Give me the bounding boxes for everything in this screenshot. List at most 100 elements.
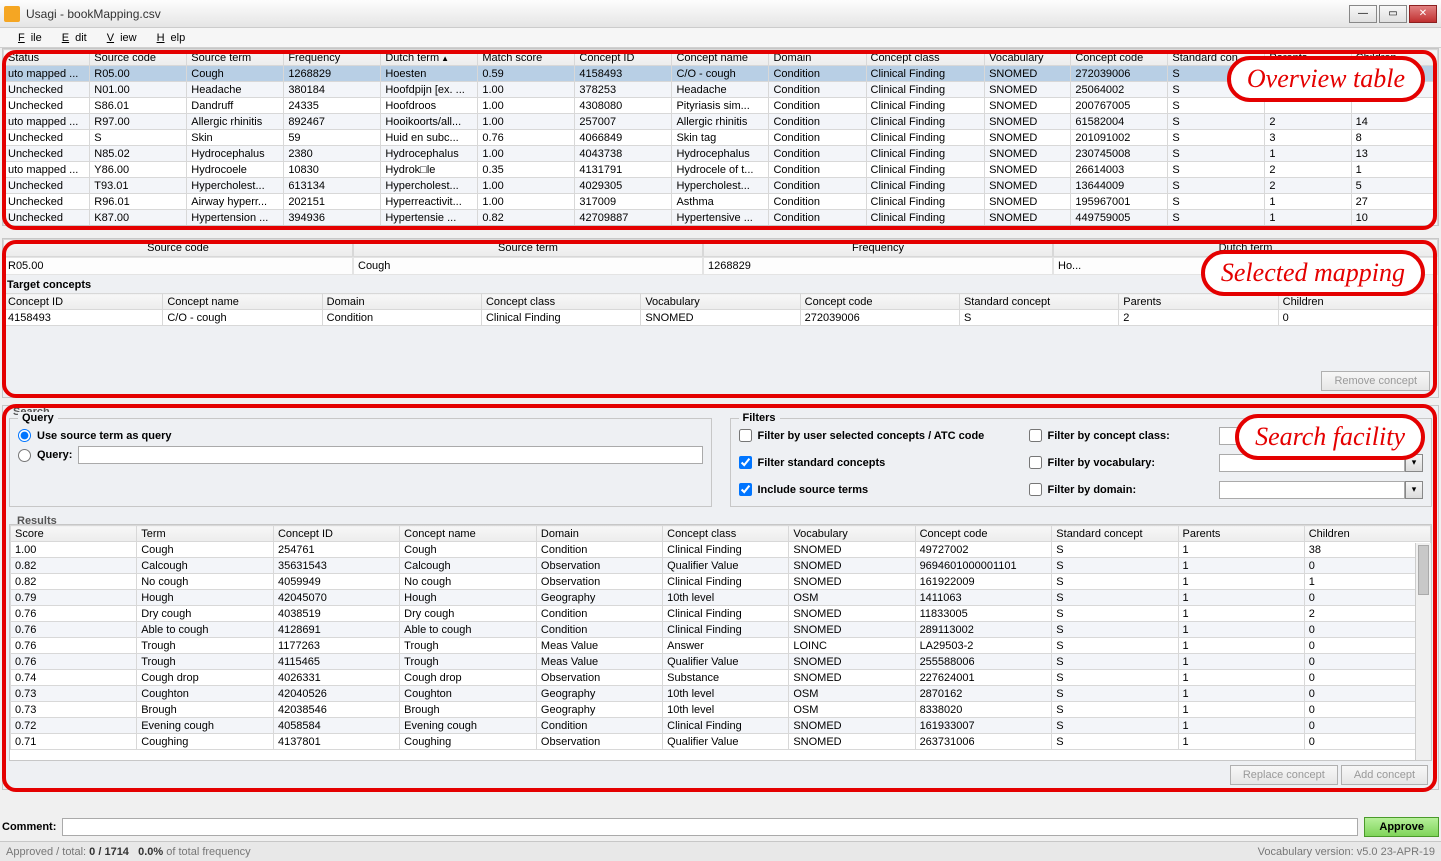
table-row[interactable]: 0.73Brough42038546BroughGeography10th le… <box>11 702 1431 718</box>
column-header[interactable]: Standard concept <box>959 294 1118 310</box>
table-row[interactable]: 0.72Evening cough4058584Evening coughCon… <box>11 718 1431 734</box>
title-bar: Usagi - bookMapping.csv — ▭ ✕ <box>0 0 1441 28</box>
column-header[interactable]: Concept class <box>663 526 789 542</box>
column-header[interactable]: Dutch term▲ <box>381 50 478 66</box>
table-row[interactable]: uto mapped ...R05.00Cough1268829Hoesten0… <box>4 66 1438 82</box>
column-header[interactable]: Concept class <box>866 50 985 66</box>
query-label: Query: <box>37 449 72 461</box>
table-row[interactable]: 0.74Cough drop4026331Cough dropObservati… <box>11 670 1431 686</box>
column-header[interactable]: Frequency <box>284 50 381 66</box>
table-row[interactable]: 0.73Coughton42040526CoughtonGeography10t… <box>11 686 1431 702</box>
status-bar: Approved / total: 0 / 1714 0.0% of total… <box>0 841 1441 861</box>
minimize-button[interactable]: — <box>1349 5 1377 23</box>
filter-class-label: Filter by concept class: <box>1048 430 1170 442</box>
filter-vocab-label: Filter by vocabulary: <box>1048 457 1156 469</box>
query-fieldset: Query Use source term as query Query: <box>9 418 712 507</box>
scrollbar-thumb[interactable] <box>1418 545 1429 595</box>
use-source-radio[interactable] <box>18 429 31 442</box>
query-input[interactable] <box>78 446 702 464</box>
column-header[interactable]: Source term <box>187 50 284 66</box>
results-table[interactable]: ScoreTermConcept IDConcept nameDomainCon… <box>10 525 1431 750</box>
column-header[interactable]: Status <box>4 50 90 66</box>
table-row[interactable]: UncheckedR96.01Airway hyperr...202151Hyp… <box>4 194 1438 210</box>
column-header: Source term <box>353 239 703 257</box>
search-panel: Search Query Use source term as query Qu… <box>2 405 1439 790</box>
filter-inc-checkbox[interactable] <box>739 483 752 496</box>
column-header[interactable]: Source code <box>90 50 187 66</box>
column-header[interactable]: Concept name <box>163 294 322 310</box>
column-header[interactable]: Parents <box>1178 526 1304 542</box>
filters-legend: Filters <box>739 412 780 424</box>
column-header[interactable]: Concept code <box>800 294 959 310</box>
column-header[interactable]: Match score <box>478 50 575 66</box>
table-row[interactable]: UncheckedN85.02Hydrocephalus2380Hydrocep… <box>4 146 1438 162</box>
column-header[interactable]: Domain <box>536 526 662 542</box>
close-button[interactable]: ✕ <box>1409 5 1437 23</box>
menu-edit[interactable]: Edit <box>50 30 93 46</box>
table-row: 4158493C/O - coughConditionClinical Find… <box>4 310 1438 326</box>
table-row[interactable]: UncheckedK87.00Hypertension ...394936Hyp… <box>4 210 1438 226</box>
column-header[interactable]: Domain <box>322 294 481 310</box>
column-header[interactable]: Domain <box>769 50 866 66</box>
column-header[interactable]: Term <box>137 526 274 542</box>
column-header[interactable]: Vocabulary <box>789 526 915 542</box>
status-left: Approved / total: 0 / 1714 0.0% of total… <box>6 846 251 858</box>
window-title: Usagi - bookMapping.csv <box>26 7 1349 21</box>
add-concept-button[interactable]: Add concept <box>1341 765 1428 785</box>
filter-class-checkbox[interactable] <box>1029 429 1042 442</box>
table-row[interactable]: 0.79Hough42045070HoughGeography10th leve… <box>11 590 1431 606</box>
results-panel: ScoreTermConcept IDConcept nameDomainCon… <box>9 524 1432 761</box>
results-scrollbar[interactable] <box>1415 543 1431 760</box>
menu-view[interactable]: View <box>95 30 143 46</box>
overview-panel: StatusSource codeSource termFrequencyDut… <box>2 48 1439 226</box>
table-row[interactable]: uto mapped ...R97.00Allergic rhinitis892… <box>4 114 1438 130</box>
table-row[interactable]: 0.71Coughing4137801CoughingObservationQu… <box>11 734 1431 750</box>
table-row[interactable]: 0.82Calcough35631543CalcoughObservationQ… <box>11 558 1431 574</box>
filter-std-checkbox[interactable] <box>739 456 752 469</box>
filter-vocab-checkbox[interactable] <box>1029 456 1042 469</box>
column-header[interactable]: Concept ID <box>575 50 672 66</box>
callout-selmap: Selected mapping <box>1201 250 1425 296</box>
table-row[interactable]: uto mapped ...Y86.00Hydrocoele10830Hydro… <box>4 162 1438 178</box>
app-icon <box>4 6 20 22</box>
table-row[interactable]: 0.76Dry cough4038519Dry coughConditionCl… <box>11 606 1431 622</box>
filter-domain-checkbox[interactable] <box>1029 483 1042 496</box>
chevron-down-icon[interactable]: ▾ <box>1405 481 1423 499</box>
filter-user-checkbox[interactable] <box>739 429 752 442</box>
target-concepts-table[interactable]: Concept IDConcept nameDomainConcept clas… <box>3 293 1438 326</box>
column-header[interactable]: Concept class <box>481 294 640 310</box>
filter-domain-select[interactable] <box>1219 481 1406 499</box>
column-header[interactable]: Concept code <box>1071 50 1168 66</box>
comment-bar: Comment: Approve <box>2 815 1439 839</box>
column-header[interactable]: Concept code <box>915 526 1052 542</box>
callout-search: Search facility <box>1235 414 1425 460</box>
query-radio[interactable] <box>18 449 31 462</box>
use-source-label: Use source term as query <box>37 430 172 442</box>
comment-input[interactable] <box>62 818 1358 836</box>
column-header[interactable]: Vocabulary <box>641 294 800 310</box>
table-row[interactable]: UncheckedN01.00Headache380184Hoofdpijn [… <box>4 82 1438 98</box>
overview-table[interactable]: StatusSource codeSource termFrequencyDut… <box>3 49 1438 226</box>
table-row[interactable]: 0.76Able to cough4128691Able to coughCon… <box>11 622 1431 638</box>
column-header[interactable]: Standard concept <box>1052 526 1178 542</box>
table-row[interactable]: 0.76Trough4115465TroughMeas ValueQualifi… <box>11 654 1431 670</box>
column-header[interactable]: Concept ID <box>4 294 163 310</box>
column-header[interactable]: Concept name <box>672 50 769 66</box>
column-header[interactable]: Vocabulary <box>985 50 1071 66</box>
menu-help[interactable]: Help <box>145 30 192 46</box>
menu-file[interactable]: File <box>6 30 48 46</box>
remove-concept-button[interactable]: Remove concept <box>1321 371 1430 391</box>
column-header[interactable]: Score <box>11 526 137 542</box>
table-row[interactable]: UncheckedT93.01Hypercholest...613134Hype… <box>4 178 1438 194</box>
table-row[interactable]: UncheckedSSkin59Huid en subc...0.7640668… <box>4 130 1438 146</box>
column-header[interactable]: Concept ID <box>273 526 399 542</box>
approve-button[interactable]: Approve <box>1364 817 1439 837</box>
column-header[interactable]: Concept name <box>400 526 537 542</box>
replace-concept-button[interactable]: Replace concept <box>1230 765 1338 785</box>
table-row[interactable]: UncheckedS86.01Dandruff24335Hoofdroos1.0… <box>4 98 1438 114</box>
column-header[interactable]: Children <box>1304 526 1430 542</box>
maximize-button[interactable]: ▭ <box>1379 5 1407 23</box>
table-row[interactable]: 0.82No cough4059949No coughObservationCl… <box>11 574 1431 590</box>
table-row[interactable]: 0.76Trough1177263TroughMeas ValueAnswerL… <box>11 638 1431 654</box>
table-row[interactable]: 1.00Cough254761CoughConditionClinical Fi… <box>11 542 1431 558</box>
